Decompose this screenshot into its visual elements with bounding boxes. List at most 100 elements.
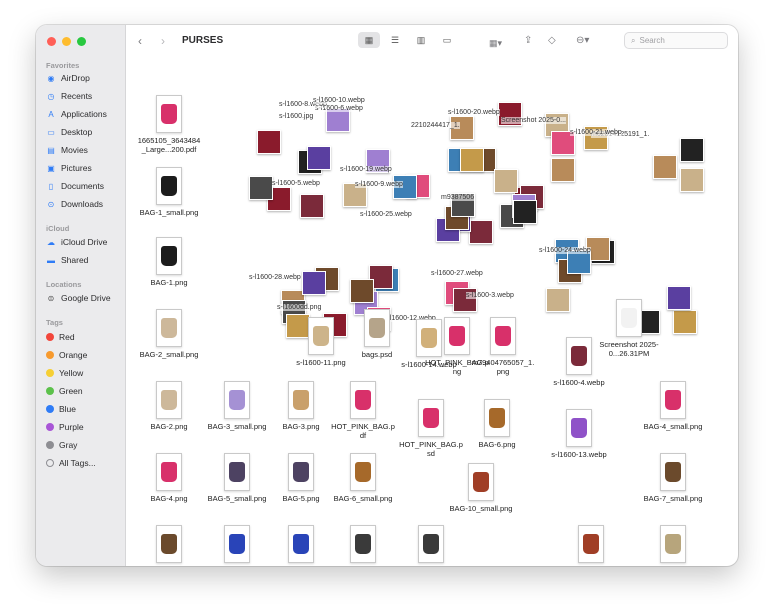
file-item[interactable]: BAG-7.png <box>136 525 202 566</box>
file-item[interactable]: BAG-9_small.png <box>330 525 396 566</box>
file-item[interactable]: BAG-5_small.png <box>204 453 270 503</box>
purse-icon <box>355 462 371 482</box>
overlapping-thumbnail[interactable] <box>673 310 697 334</box>
file-item[interactable]: BAG-5.png <box>268 453 334 503</box>
purse-icon <box>293 534 309 554</box>
purse-icon <box>473 472 489 492</box>
sidebar-tag-green[interactable]: Green <box>46 386 83 396</box>
overlapping-thumbnail[interactable] <box>249 176 273 200</box>
sidebar-tag-orange[interactable]: Orange <box>46 350 87 360</box>
file-item[interactable]: BAG-11_small.png <box>640 525 706 566</box>
file-item[interactable]: BAG-2.png <box>136 381 202 431</box>
icon-view-button[interactable]: ▦ <box>358 32 380 48</box>
zoom-button[interactable] <box>77 37 86 46</box>
overlapping-thumbnail[interactable] <box>680 138 704 162</box>
sidebar-item-shared[interactable]: ▬ Shared <box>46 255 88 265</box>
overlapping-thumbnail[interactable] <box>257 130 281 154</box>
file-item[interactable]: Screenshot 2025-0...26.31PM <box>596 299 662 358</box>
sidebar-item-icloud-drive[interactable]: ☁ iCloud Drive <box>46 237 107 247</box>
overlapping-thumbnail[interactable] <box>494 169 518 193</box>
file-item[interactable]: BAG-6_small.png <box>330 453 396 503</box>
file-thumbnail <box>418 525 444 563</box>
sidebar-tag-blue[interactable]: Blue <box>46 404 76 414</box>
sidebar-item-google-drive[interactable]: ⊜ Google Drive <box>46 293 111 303</box>
file-item[interactable]: HOT_PINK_BAG.psd <box>398 399 464 458</box>
file-thumbnail <box>660 453 686 491</box>
red-tag-icon <box>46 333 54 341</box>
drive-icon: ⊜ <box>47 293 55 303</box>
sidebar-all-tags[interactable]: All Tags... <box>46 458 96 468</box>
group-button[interactable]: ▦▾ <box>489 36 502 50</box>
sidebar-item-airdrop[interactable]: ◉ AirDrop <box>46 73 90 83</box>
toolbar: ‹ › PURSES ▦ ☰ ▥ ▭ ▦▾ ⇪ ◇ ⊖▾ ⌕ Search <box>126 25 738 59</box>
file-item[interactable]: BAG-8.png <box>268 525 334 566</box>
minimize-button[interactable] <box>62 37 71 46</box>
file-item[interactable]: 1665105_3643484_Large...200.pdf <box>136 95 202 154</box>
purse-icon <box>571 418 587 438</box>
overlapping-thumbnail[interactable] <box>302 271 326 295</box>
file-item[interactable]: BAG-10_small.png <box>448 463 514 513</box>
file-item[interactable]: BAG-8_small.png <box>204 525 270 566</box>
file-item[interactable]: BAG-9.png <box>398 525 464 566</box>
file-item[interactable]: BAG-6.png <box>464 399 530 449</box>
sidebar-item-pictures[interactable]: ▣ Pictures <box>46 163 92 173</box>
sidebar-item-applications[interactable]: A Applications <box>46 109 107 119</box>
close-button[interactable] <box>47 37 56 46</box>
overlapping-file-label: s-l1600-3.webp <box>466 292 514 299</box>
sidebar-tag-gray[interactable]: Gray <box>46 440 77 450</box>
purse-icon <box>293 462 309 482</box>
file-thumbnail <box>660 525 686 563</box>
file-item[interactable]: BAG-2_small.png <box>136 309 202 359</box>
sidebar-item-desktop[interactable]: ▭ Desktop <box>46 127 92 137</box>
back-button[interactable]: ‹ <box>138 34 142 48</box>
overlapping-thumbnail[interactable] <box>460 148 484 172</box>
file-thumbnail <box>156 381 182 419</box>
file-item[interactable]: BAG-1.png <box>136 237 202 287</box>
overlapping-thumbnail[interactable] <box>307 146 331 170</box>
yellow-tag-icon <box>46 369 54 377</box>
purse-icon <box>423 408 439 428</box>
overlapping-thumbnail[interactable] <box>667 286 691 310</box>
file-item[interactable]: BAG-4.png <box>136 453 202 503</box>
column-view-button[interactable]: ▥ <box>410 32 432 48</box>
overlapping-thumbnail[interactable] <box>680 168 704 192</box>
file-item[interactable]: s-l1600-13.webp <box>546 409 612 459</box>
more-actions-button[interactable]: ⊖▾ <box>576 34 589 48</box>
file-item[interactable]: BAG-1_small.png <box>136 167 202 217</box>
file-item[interactable]: BAG-3.png <box>268 381 334 431</box>
sidebar-item-recents[interactable]: ◷ Recents <box>46 91 93 101</box>
sidebar-tag-purple[interactable]: Purple <box>46 422 84 432</box>
overlapping-thumbnail[interactable] <box>300 194 324 218</box>
tag-icon[interactable]: ◇ <box>548 34 556 48</box>
gallery-view-button[interactable]: ▭ <box>436 32 458 48</box>
window-title: PURSES <box>182 35 224 46</box>
sidebar-item-movies[interactable]: ▤ Movies <box>46 145 88 155</box>
share-icon[interactable]: ⇪ <box>524 34 532 48</box>
purse-icon <box>621 308 637 328</box>
sidebar-tag-red[interactable]: Red <box>46 332 75 342</box>
overlapping-thumbnail[interactable] <box>546 288 570 312</box>
purse-icon <box>665 390 681 410</box>
overlapping-thumbnail[interactable] <box>469 220 493 244</box>
file-item[interactable]: BAG-3_small.png <box>204 381 270 431</box>
shared-folder-icon: ▬ <box>47 255 55 265</box>
overlapping-thumbnail[interactable] <box>653 155 677 179</box>
file-thumbnail <box>490 317 516 355</box>
file-item[interactable]: BAG-4_small.png <box>640 381 706 431</box>
overlapping-thumbnail[interactable] <box>513 200 537 224</box>
forward-button[interactable]: › <box>161 34 165 48</box>
overlapping-thumbnail[interactable] <box>551 158 575 182</box>
overlapping-thumbnail[interactable] <box>350 279 374 303</box>
file-item[interactable]: BAG-10.png <box>558 525 624 566</box>
favorites-header: Favorites <box>46 61 80 70</box>
sidebar-tag-yellow[interactable]: Yellow <box>46 368 83 378</box>
sidebar-item-documents[interactable]: ▯ Documents <box>46 181 104 191</box>
file-item[interactable]: m79404765057_1.png <box>470 317 536 376</box>
file-item[interactable]: HOT_PINK_BAG.pdf <box>330 381 396 440</box>
search-field[interactable]: ⌕ Search <box>624 32 728 49</box>
list-view-button[interactable]: ☰ <box>384 32 406 48</box>
overlapping-file-label: Screenshot 2025-0... <box>501 117 566 124</box>
purse-icon <box>489 408 505 428</box>
file-item[interactable]: BAG-7_small.png <box>640 453 706 503</box>
sidebar-item-downloads[interactable]: ⊙ Downloads <box>46 199 103 209</box>
